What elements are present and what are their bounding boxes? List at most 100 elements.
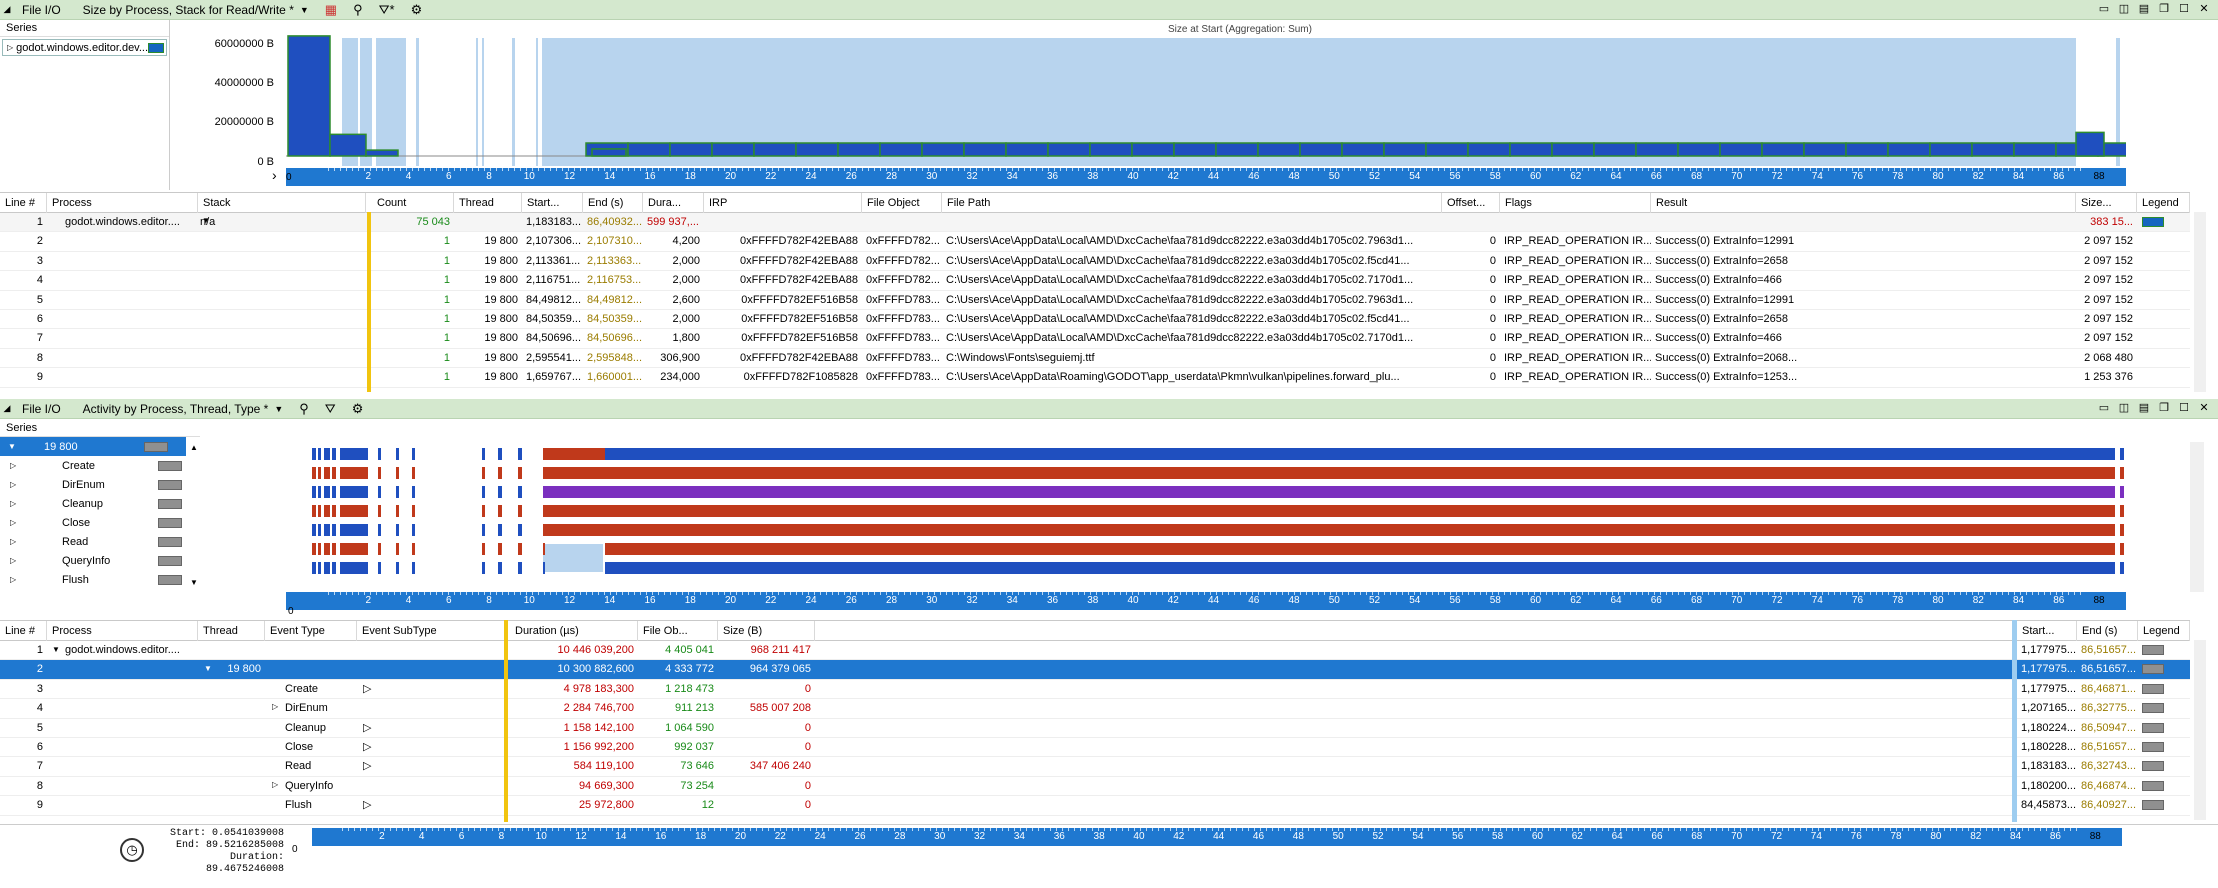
activity-segment[interactable]: [332, 543, 336, 555]
activity-segment[interactable]: [412, 524, 415, 536]
activity-segment[interactable]: [543, 562, 545, 574]
col-start[interactable]: Start...: [2017, 621, 2077, 641]
activity-segment[interactable]: [378, 562, 381, 574]
col-result[interactable]: Result: [1651, 193, 2076, 213]
activity-segment[interactable]: [332, 486, 336, 498]
activity-segment[interactable]: [340, 486, 368, 498]
col-legend[interactable]: Legend: [2138, 621, 2190, 641]
activity-segment[interactable]: [482, 524, 485, 536]
restore-icon[interactable]: ❐: [2156, 2, 2172, 17]
col-flags[interactable]: Flags: [1500, 193, 1651, 213]
size-bar[interactable]: [1467, 142, 1511, 157]
activity-segment[interactable]: [324, 505, 330, 517]
col-dur[interactable]: Dura...: [643, 193, 704, 213]
size-bar[interactable]: [753, 142, 797, 157]
size-bar[interactable]: [1971, 142, 2015, 157]
col-count[interactable]: Count: [372, 193, 454, 213]
activity-segment[interactable]: [498, 543, 502, 555]
col-stack[interactable]: Stack: [198, 193, 366, 213]
maximize-icon[interactable]: ☐: [2176, 2, 2192, 17]
close-icon[interactable]: ✕: [2196, 401, 2212, 416]
size-bar[interactable]: [365, 149, 399, 157]
expand-icon[interactable]: ▷: [10, 499, 22, 508]
top-preset-selector[interactable]: Size by Process, Stack for Read/Write *: [83, 3, 294, 17]
expand-icon[interactable]: ▷: [10, 518, 22, 527]
activity-segment[interactable]: [518, 524, 522, 536]
size-bar[interactable]: [921, 142, 965, 157]
size-bar[interactable]: [1047, 142, 1091, 157]
series-item[interactable]: ▷ godot.windows.editor.dev...: [2, 39, 167, 56]
expand-chevron-icon[interactable]: ›: [272, 167, 277, 183]
expand-triangle-icon[interactable]: ▷: [272, 702, 278, 711]
expand-icon[interactable]: ▷: [7, 43, 13, 52]
chart-view-icon[interactable]: ◫: [2116, 401, 2132, 416]
activity-segment[interactable]: [396, 467, 399, 479]
size-bar[interactable]: [1215, 142, 1259, 157]
size-bar[interactable]: [795, 142, 839, 157]
activity-segment[interactable]: [518, 505, 522, 517]
size-bar[interactable]: [1131, 142, 1175, 157]
table-row[interactable]: 5 1 19 800 84,49812... 84,49812... 2,600 0xFFF…: [0, 291, 2190, 310]
chevron-down-icon[interactable]: ▼: [300, 5, 309, 15]
activity-segment[interactable]: [378, 467, 381, 479]
size-bar[interactable]: [2013, 142, 2057, 157]
activity-segment[interactable]: [605, 448, 2115, 460]
col-legend[interactable]: Legend: [2137, 193, 2190, 213]
activity-segment[interactable]: [543, 543, 545, 555]
col-eventtype[interactable]: Event Type: [265, 621, 357, 641]
series-item[interactable]: ▼ 19 800: [0, 437, 186, 456]
table-row[interactable]: 3 Create ▷ 4 978 183,300 1 218 473 0 1,177975.…: [0, 680, 2190, 700]
activity-segment[interactable]: [518, 543, 522, 555]
activity-segment[interactable]: [324, 524, 330, 536]
col-line[interactable]: Line #: [0, 193, 47, 213]
activity-segment[interactable]: [312, 505, 316, 517]
filter-icon[interactable]: ⛛*: [379, 2, 395, 18]
table-row[interactable]: 4 DirEnum 2 284 746,700 911 213 585 007 208 1…: [0, 699, 2190, 719]
activity-segment[interactable]: [312, 467, 316, 479]
table-row[interactable]: 6 1 19 800 84,50359... 84,50359... 2,000 0xFFF…: [0, 310, 2190, 330]
table-row[interactable]: 1 godot.windows.editor.... 10 446 039,200 4…: [0, 641, 2190, 661]
activity-segment[interactable]: [324, 543, 330, 555]
size-bar[interactable]: [1341, 142, 1385, 157]
activity-segment[interactable]: [2120, 524, 2124, 536]
activity-segment[interactable]: [412, 543, 415, 555]
col-size[interactable]: Size (B): [718, 621, 815, 641]
activity-segment[interactable]: [412, 448, 415, 460]
activity-segment[interactable]: [396, 448, 399, 460]
table-row[interactable]: 5 Cleanup ▷ 1 158 142,100 1 064 590 0 1,180224…: [0, 719, 2190, 738]
expand-triangle-icon[interactable]: ▷: [272, 780, 278, 789]
restore-icon[interactable]: ❐: [2156, 401, 2172, 416]
activity-segment[interactable]: [332, 562, 336, 574]
activity-segment[interactable]: [324, 448, 330, 460]
activity-segment[interactable]: [543, 467, 2115, 479]
series-item[interactable]: ▷ Cleanup: [0, 494, 200, 513]
activity-segment[interactable]: [396, 562, 399, 574]
activity-segment[interactable]: [324, 562, 330, 574]
activity-segment[interactable]: [518, 562, 522, 574]
activity-segment[interactable]: [332, 524, 336, 536]
activity-segment[interactable]: [340, 505, 368, 517]
size-bar[interactable]: [669, 142, 713, 157]
aggregation-divider[interactable]: [367, 212, 371, 392]
table-view-icon[interactable]: ▤: [2136, 401, 2152, 416]
gear-icon[interactable]: ⚙: [411, 2, 423, 18]
table-row[interactable]: 6 Close ▷ 1 156 992,200 992 037 0 1,180228... 8…: [0, 738, 2190, 758]
bg-light-region[interactable]: [543, 544, 603, 572]
activity-segment[interactable]: [412, 505, 415, 517]
table-row[interactable]: 2 1 19 800 2,107306... 2,107310... 4,200 0xFFF…: [0, 232, 2190, 252]
size-bar[interactable]: [1719, 142, 1763, 157]
activity-segment[interactable]: [543, 486, 2115, 498]
search-icon[interactable]: ⚲: [353, 2, 363, 18]
activity-segment[interactable]: [312, 486, 316, 498]
expand-triangle-icon[interactable]: ▼: [52, 645, 60, 654]
activity-segment[interactable]: [340, 467, 368, 479]
expand-icon[interactable]: ▷: [10, 556, 22, 565]
size-bar[interactable]: [1089, 142, 1133, 157]
col-end[interactable]: End (s): [583, 193, 643, 213]
col-size[interactable]: Size...: [2076, 193, 2137, 213]
size-bar[interactable]: [1551, 142, 1595, 157]
activity-segment[interactable]: [318, 486, 321, 498]
table-row[interactable]: 2 19 800 10 300 882,600 4 333 772 964 379 06…: [0, 660, 2190, 680]
col-line[interactable]: Line #: [0, 621, 47, 641]
size-bar[interactable]: [1257, 142, 1301, 157]
